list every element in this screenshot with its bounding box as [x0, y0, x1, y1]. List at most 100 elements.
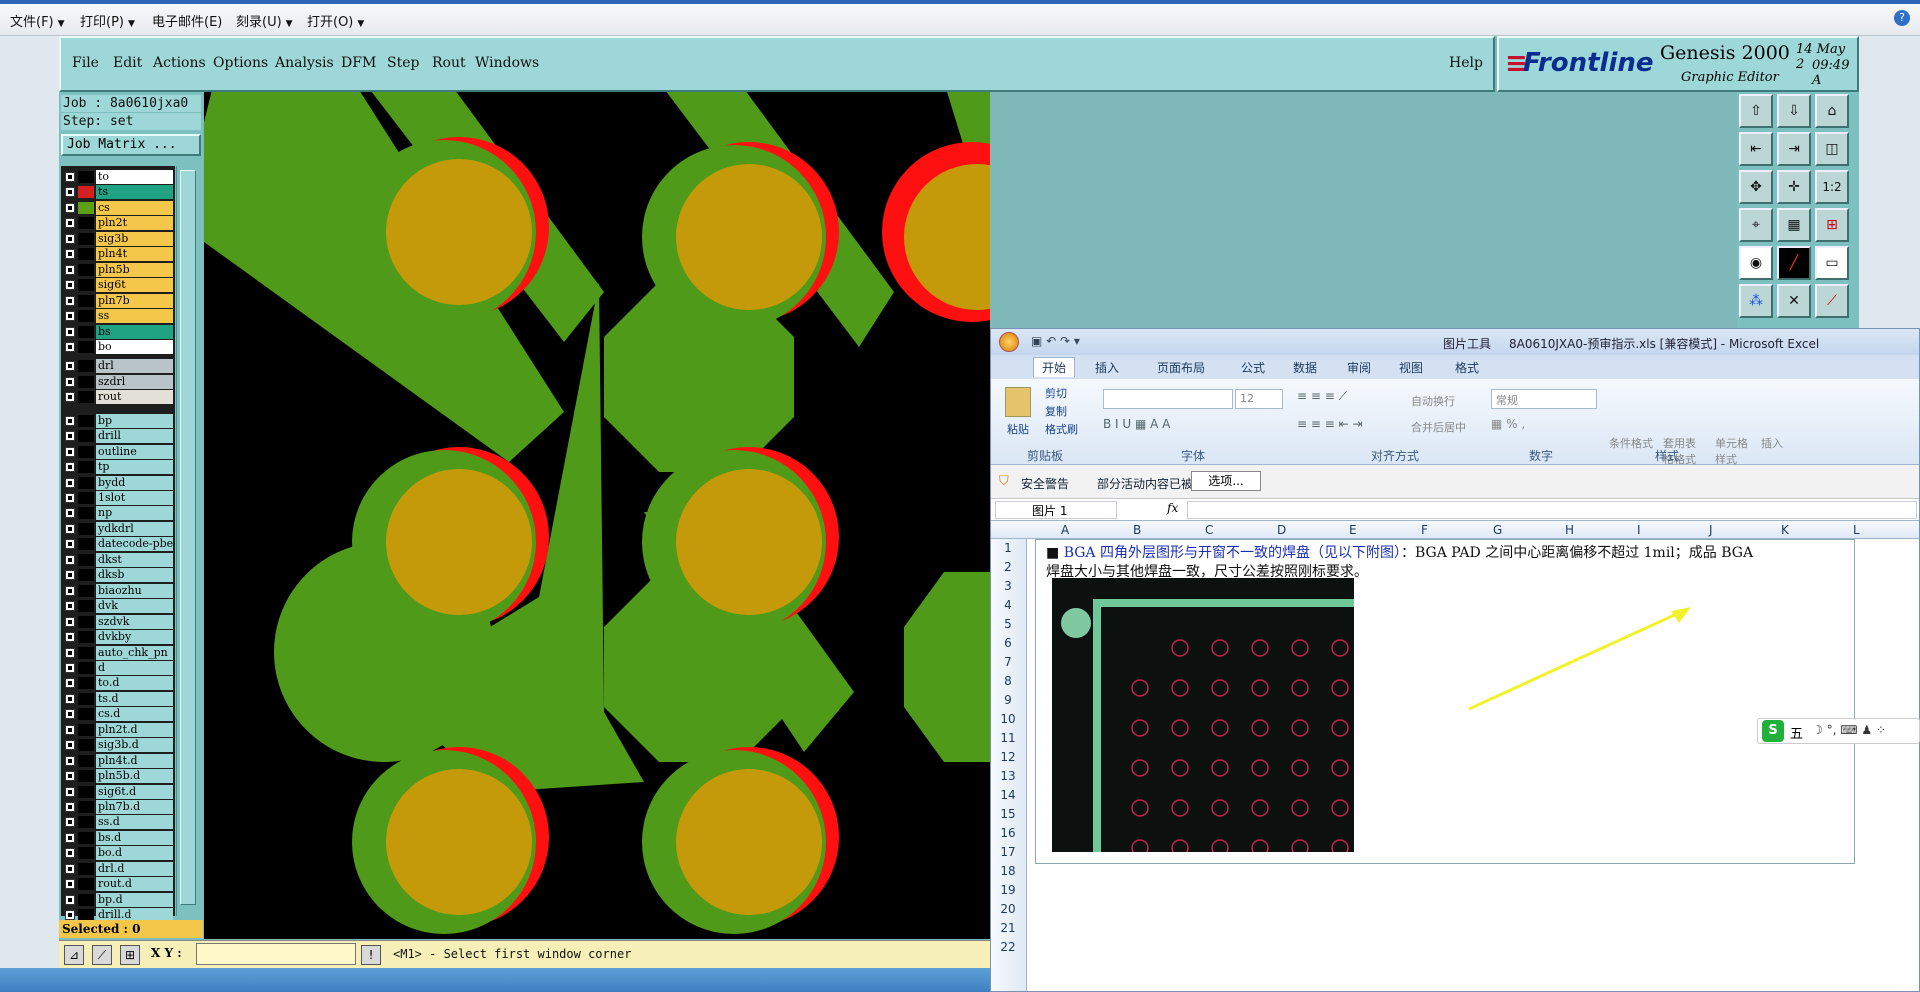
layer-color-swatch[interactable] [78, 375, 94, 388]
layer-color-swatch[interactable] [78, 391, 94, 404]
layer-checkbox[interactable] [65, 218, 75, 229]
cell-style-button[interactable]: 单元格样式 [1715, 435, 1749, 467]
row-header[interactable]: 15 [991, 807, 1025, 821]
layer-color-swatch[interactable] [78, 201, 94, 214]
layer-name[interactable]: dvk [96, 599, 173, 614]
column-header[interactable]: J [1709, 523, 1713, 537]
row-header[interactable]: 18 [991, 864, 1025, 878]
layer-row-np[interactable]: np [61, 506, 175, 521]
layer-row-dkst[interactable]: dkst [61, 552, 175, 567]
layer-color-swatch[interactable] [78, 186, 94, 199]
layer-name[interactable]: dksb [96, 568, 173, 583]
xy-input[interactable] [196, 943, 356, 965]
paste-button[interactable]: 粘贴 [1007, 421, 1029, 437]
layer-name[interactable]: ss [96, 309, 173, 324]
tool-pan-right-icon[interactable]: ⇥ [1777, 132, 1811, 166]
layer-color-swatch[interactable] [78, 263, 94, 276]
row-header[interactable]: 10 [991, 712, 1025, 726]
layer-checkbox[interactable] [65, 570, 75, 581]
row-header[interactable]: 12 [991, 750, 1025, 764]
quick-access-icons[interactable]: ▣ ↶ ↷ ▾ [1031, 334, 1080, 348]
layer-color-swatch[interactable] [78, 723, 94, 736]
layer-name[interactable]: bp.d [96, 892, 173, 907]
layer-checkbox[interactable] [65, 508, 75, 519]
column-header[interactable]: F [1421, 523, 1428, 537]
layer-name[interactable]: pln2t [96, 216, 173, 231]
layer-name[interactable]: sig3b [96, 231, 173, 246]
layer-name[interactable]: pln4t [96, 247, 173, 262]
menu-options[interactable]: Options [213, 55, 268, 71]
layer-name[interactable]: drl.d [96, 861, 173, 876]
layer-row-cs[interactable]: cs [61, 200, 175, 215]
row-header[interactable]: 4 [991, 598, 1025, 612]
layer-checkbox[interactable] [65, 786, 75, 797]
layer-color-swatch[interactable] [78, 770, 94, 783]
menu-step[interactable]: Step [387, 55, 419, 71]
layer-color-swatch[interactable] [78, 553, 94, 566]
layer-name[interactable]: sig3b.d [96, 738, 173, 753]
layer-checkbox[interactable] [65, 249, 75, 260]
graphic-canvas[interactable] [204, 92, 990, 939]
format-painter-button[interactable]: 格式刷 [1045, 421, 1078, 437]
layer-row-rout[interactable]: rout [61, 390, 175, 405]
row-header[interactable]: 13 [991, 769, 1025, 783]
menu-email[interactable]: 电子邮件(E) [152, 11, 222, 30]
layer-checkbox[interactable] [65, 709, 75, 720]
layer-color-swatch[interactable] [78, 646, 94, 659]
tab-review[interactable]: 审阅 [1347, 359, 1371, 376]
layer-name[interactable]: szdvk [96, 614, 173, 629]
layer-checkbox[interactable] [65, 879, 75, 890]
layer-checkbox[interactable] [65, 910, 75, 921]
layer-row-pln2t.d[interactable]: pln2t.d [61, 722, 175, 737]
layer-checkbox[interactable] [65, 724, 75, 735]
tab-page-layout[interactable]: 页面布局 [1157, 359, 1205, 376]
office-button-icon[interactable] [999, 332, 1019, 352]
row-header[interactable]: 6 [991, 636, 1025, 650]
layer-color-swatch[interactable] [78, 232, 94, 245]
layer-name[interactable]: biaozhu [96, 583, 173, 598]
layer-checkbox[interactable] [65, 755, 75, 766]
layer-row-biaozhu[interactable]: biaozhu [61, 583, 175, 598]
layer-name[interactable]: ydkdrl [96, 521, 173, 536]
row-header[interactable]: 14 [991, 788, 1025, 802]
column-header[interactable]: D [1277, 523, 1286, 537]
layer-checkbox[interactable] [65, 894, 75, 905]
layer-color-swatch[interactable] [78, 340, 94, 353]
layer-row-szdvk[interactable]: szdvk [61, 614, 175, 629]
layer-color-swatch[interactable] [78, 360, 94, 373]
tab-data[interactable]: 数据 [1293, 359, 1317, 376]
fx-icon[interactable]: fx [1167, 501, 1178, 515]
layer-scroll-thumb[interactable] [180, 170, 196, 905]
layer-name[interactable]: dvkby [96, 630, 173, 645]
row-header[interactable]: 22 [991, 940, 1025, 954]
layer-color-swatch[interactable] [78, 217, 94, 230]
layer-row-rout.d[interactable]: rout.d [61, 877, 175, 892]
layer-checkbox[interactable] [65, 326, 75, 337]
layer-name[interactable]: np [96, 506, 173, 521]
layer-row-ss[interactable]: ss [61, 309, 175, 324]
ime-tool-icons[interactable]: ☽ °, ⌨ ♟ ⁘ [1812, 723, 1886, 737]
layer-color-swatch[interactable] [78, 430, 94, 443]
insert-cells-button[interactable]: 插入 [1761, 435, 1783, 451]
font-size-select[interactable]: 12 [1235, 389, 1283, 409]
layer-name[interactable]: drl [96, 359, 173, 374]
tool-fit-icon[interactable]: ◫ [1815, 132, 1849, 166]
layer-row-ts[interactable]: ts [61, 185, 175, 200]
layer-name[interactable]: sig6t.d [96, 784, 173, 799]
layer-color-swatch[interactable] [78, 847, 94, 860]
layer-name[interactable]: auto_chk_pn [96, 645, 173, 660]
layer-checkbox[interactable] [65, 632, 75, 643]
layer-color-swatch[interactable] [78, 414, 94, 427]
tool-select-icon[interactable]: ◉ [1739, 246, 1773, 280]
sogou-ime-icon[interactable]: S [1762, 720, 1784, 742]
layer-row-bo.d[interactable]: bo.d [61, 846, 175, 861]
row-header[interactable]: 16 [991, 826, 1025, 840]
layer-color-swatch[interactable] [78, 476, 94, 489]
number-format-select[interactable]: 常规 [1491, 389, 1597, 409]
grid-icon[interactable]: ⊞ [120, 945, 140, 965]
layer-color-swatch[interactable] [78, 692, 94, 705]
layer-row-ydkdrl[interactable]: ydkdrl [61, 521, 175, 536]
layer-checkbox[interactable] [65, 392, 75, 403]
security-options-button[interactable]: 选项... [1191, 471, 1261, 491]
layer-row-sig3b[interactable]: sig3b [61, 231, 175, 246]
